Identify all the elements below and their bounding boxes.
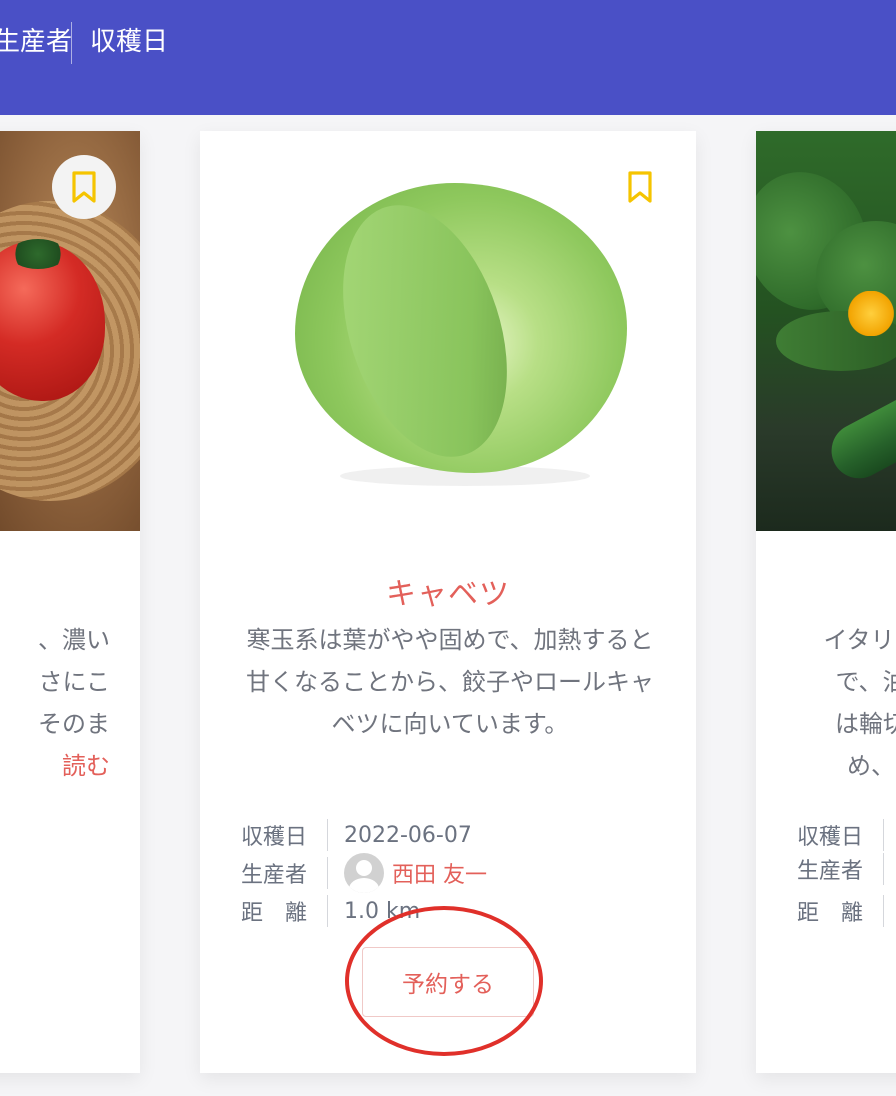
harvest-date-value: 2022-06-07: [344, 822, 472, 848]
tab-harvest-date[interactable]: 収穫日: [90, 24, 168, 60]
top-nav-bar: 生産者 収穫日: [0, 0, 896, 115]
producer-avatar[interactable]: [344, 853, 384, 893]
bookmark-icon: [72, 171, 96, 203]
product-description: 寒玉系は葉がやや固めで、加熱すると甘くなることから、餃子やロールキャベツに向いて…: [246, 626, 654, 738]
product-description: 、濃い さにこ そのま 読む: [0, 619, 110, 787]
product-card-tomato[interactable]: 、濃い さにこ そのま 読む: [0, 131, 140, 1073]
tomato-photo: [0, 131, 140, 531]
tab-producer[interactable]: 生産者: [0, 24, 72, 60]
tab-divider: [71, 22, 72, 64]
product-card-zucchini[interactable]: イタリア で、油 は輪切 め、 収穫日 生産者 距 離: [756, 131, 896, 1073]
meta-distance: 距 離: [797, 895, 896, 927]
highlight-annotation-circle: [345, 906, 543, 1056]
meta-producer: 生産者: [797, 853, 896, 885]
meta-harvest-date: 収穫日 2022-06-07: [241, 819, 472, 851]
bookmark-icon: [628, 171, 652, 203]
read-more-link[interactable]: 読む: [0, 745, 110, 787]
bookmark-button[interactable]: [52, 155, 116, 219]
bookmark-button[interactable]: [624, 167, 656, 207]
meta-harvest-date: 収穫日: [797, 819, 896, 851]
product-description: イタリア で、油 は輪切 め、: [823, 626, 896, 780]
zucchini-photo: [756, 131, 896, 531]
product-title[interactable]: キャベツ: [200, 569, 696, 613]
producer-name-link[interactable]: 西田 友一: [392, 857, 487, 889]
meta-producer: 生産者 西田 友一: [241, 853, 487, 893]
cabbage-photo: [200, 131, 696, 531]
